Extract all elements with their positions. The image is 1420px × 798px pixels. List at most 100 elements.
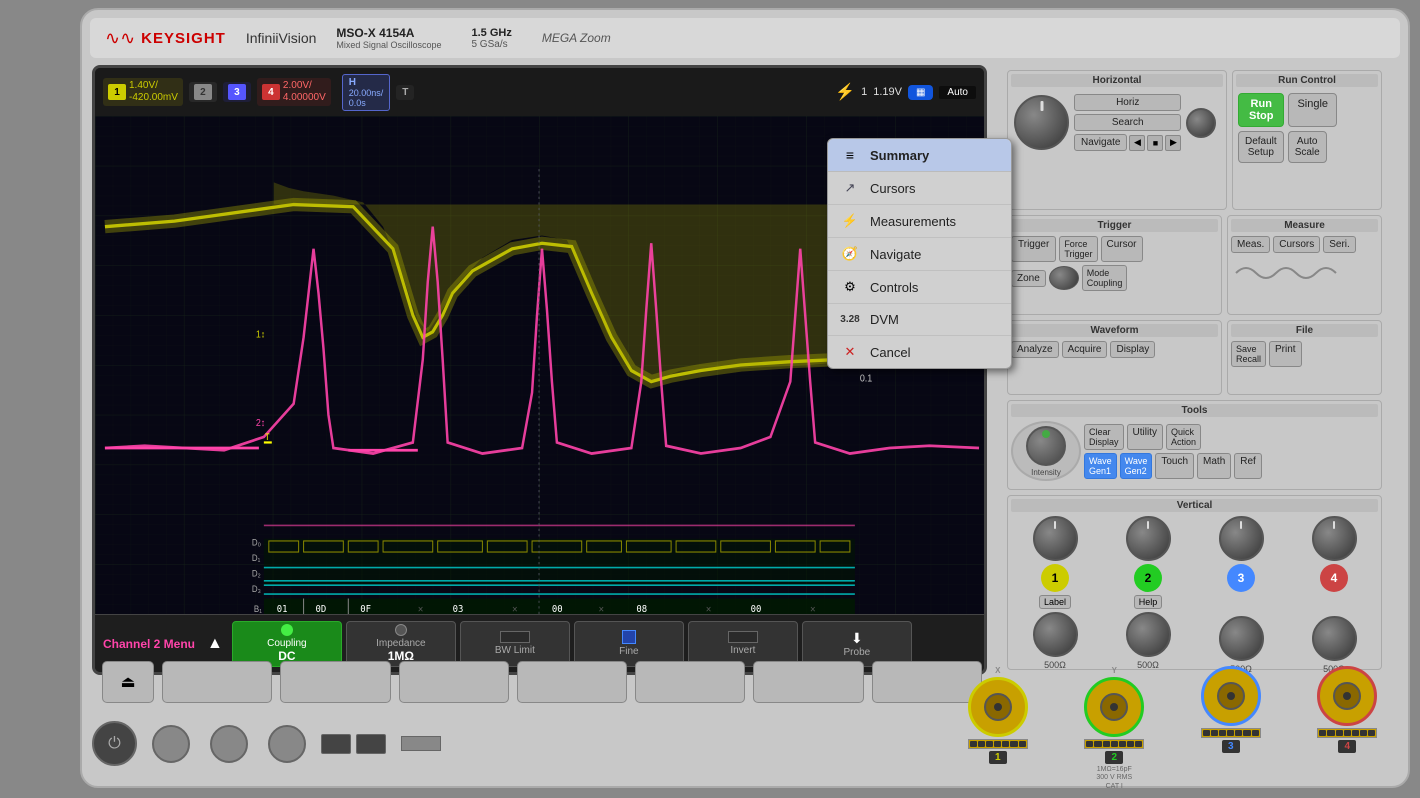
ch3-indicator[interactable]: 3 [223,82,251,102]
ch4-bnc-connector[interactable] [1317,666,1377,726]
touch-button[interactable]: Touch [1155,453,1194,479]
wave-gen1-button[interactable]: WaveGen1 [1084,453,1117,479]
ch2-indicator[interactable]: 2 [189,82,217,102]
ch1-connector-area: X 1 [942,666,1054,764]
ch1-fine-knob[interactable] [1033,612,1078,657]
nav-left-button[interactable]: ◀ [1129,135,1145,151]
acquire-button[interactable]: Acquire [1062,341,1108,358]
h-indicator[interactable]: H 20.00ns/ 0.0s [342,74,391,111]
dropdown-menu[interactable]: ≡ Summary ↗ Cursors ⚡ Measurements 🧭 Nav… [827,138,1012,369]
probe-conn-1[interactable] [152,725,190,763]
run-stop-button[interactable]: RunStop [1238,93,1284,127]
softkey-1[interactable] [162,661,272,703]
softkey-2[interactable] [280,661,390,703]
ch1-vertical-knob[interactable] [1033,516,1078,561]
cursors-panel-button[interactable]: Cursors [1273,236,1320,253]
menu-item-cursors[interactable]: ↗ Cursors [828,172,1011,205]
cursor-button[interactable]: Cursor [1101,236,1143,262]
wave-gen2-button[interactable]: WaveGen2 [1120,453,1153,479]
ch4-indicator[interactable]: 4 2.00V/ 4.00000V [257,78,331,106]
file-title: File [1231,324,1378,337]
controls-icon: ⚙ [840,279,860,295]
tools-row-b: WaveGen1 WaveGen2 Touch Math Ref [1084,453,1262,479]
channel-bar: 1 1.40V/ -420.00mV 2 3 4 2.00V/ 4.00000V [95,68,984,116]
zone-button[interactable]: Zone [1011,270,1046,287]
menu-item-dvm[interactable]: 3.28 DVM [828,304,1011,336]
intensity-knob-area[interactable]: Intensity [1011,421,1081,481]
utility-button[interactable]: Utility [1127,424,1163,450]
ch4-badge: 4 [262,84,280,100]
ch3-bnc-connector[interactable] [1201,666,1261,726]
ch2-help-button[interactable]: Help [1134,595,1163,609]
probe-conn-3[interactable] [268,725,306,763]
ch2-pins [1084,739,1144,749]
ch2-bnc-connector[interactable] [1084,677,1144,737]
level-knob[interactable] [1049,266,1079,290]
serial-button[interactable]: Seri. [1323,236,1356,253]
svg-text:✕: ✕ [706,603,712,614]
usb-port-1[interactable] [321,734,351,754]
ch1-bnc-connector[interactable] [968,677,1028,737]
menu-item-measurements[interactable]: ⚡ Measurements [828,205,1011,238]
ch1-indicator[interactable]: 1 1.40V/ -420.00mV [103,78,183,106]
vertical-ch2: 2 Help 500Ω [1126,516,1171,674]
trigger-button[interactable]: Trigger [1011,236,1056,262]
zoom-knob[interactable] [1186,108,1216,138]
ch2-spec-label: 1MΩ=16pF300 V RMSCAT I [1096,766,1132,791]
menu-item-cancel[interactable]: ✕ Cancel [828,336,1011,368]
ch3-vertical-button[interactable]: 3 [1227,564,1255,592]
force-trigger-button[interactable]: ForceTrigger [1059,236,1097,262]
ch3-fine-knob[interactable] [1219,616,1264,661]
usb-port-2[interactable] [356,734,386,754]
menu-item-navigate[interactable]: 🧭 Navigate [828,238,1011,271]
print-button[interactable]: Print [1269,341,1302,367]
menu-eject-button[interactable]: ⏏ [102,661,154,703]
analyze-button[interactable]: Analyze [1011,341,1059,358]
svg-text:T: T [265,432,270,443]
softkey-6[interactable] [753,661,863,703]
save-recall-button[interactable]: SaveRecall [1231,341,1266,367]
ch1-label-button[interactable]: Label [1039,595,1071,609]
ref-button[interactable]: Ref [1234,453,1262,479]
channel-menu-up-arrow[interactable]: ▲ [207,635,223,653]
vertical-ch4: 4 500Ω [1312,516,1357,674]
navigate-button[interactable]: Navigate [1074,134,1127,151]
meas-button[interactable]: Meas. [1231,236,1270,253]
math-button[interactable]: Math [1197,453,1231,479]
ch4-vertical-button[interactable]: 4 [1320,564,1348,592]
default-setup-button[interactable]: DefaultSetup [1238,131,1284,163]
quick-action-button[interactable]: QuickAction [1166,424,1201,450]
ch1-vertical-button[interactable]: 1 [1041,564,1069,592]
horiz-button[interactable]: Horiz [1074,94,1181,111]
ch2-vertical-knob[interactable] [1126,516,1171,561]
t-indicator[interactable]: T [396,85,414,100]
svg-text:00: 00 [552,603,563,614]
probe-conn-2[interactable] [210,725,248,763]
mode-coupling-button[interactable]: ModeCoupling [1082,265,1128,291]
ch2-fine-knob[interactable] [1126,612,1171,657]
svg-text:D₂: D₂ [252,568,261,579]
tools-section: Tools Intensity ClearDisplay Utility Qui… [1007,400,1382,490]
clear-display-button[interactable]: ClearDisplay [1084,424,1124,450]
nav-right-button[interactable]: ▶ [1165,135,1181,151]
softkey-3[interactable] [399,661,509,703]
softkey-4[interactable] [517,661,627,703]
menu-item-controls[interactable]: ⚙ Controls [828,271,1011,304]
horizontal-knob[interactable] [1014,95,1069,150]
ch4-fine-knob[interactable] [1312,616,1357,661]
summary-dropdown-button[interactable]: ▦ [908,85,933,100]
single-button[interactable]: Single [1288,93,1337,127]
ch3-vertical-knob[interactable] [1219,516,1264,561]
menu-item-summary[interactable]: ≡ Summary [828,139,1011,172]
auto-scale-button[interactable]: AutoScale [1288,131,1327,163]
display-button[interactable]: Display [1110,341,1155,358]
ch2-vertical-button[interactable]: 2 [1134,564,1162,592]
search-button[interactable]: Search [1074,114,1181,131]
softkey-5[interactable] [635,661,745,703]
logo-wave-icon: ∿∿ [105,28,135,49]
ch4-vertical-knob[interactable] [1312,516,1357,561]
nav-stop-button[interactable]: ■ [1147,135,1163,151]
power-button[interactable]: ⏻ [92,721,137,766]
ch1-bnc-pin [994,703,1002,711]
horizontal-section: Horizontal Horiz Search Navigate ◀ ■ ▶ [1007,70,1227,210]
